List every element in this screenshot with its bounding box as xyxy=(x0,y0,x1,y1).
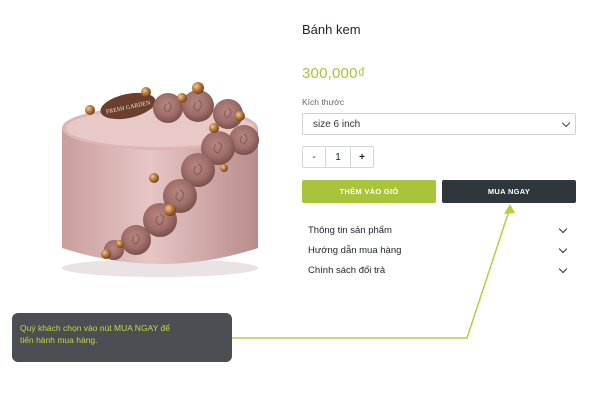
quantity-increase-button[interactable]: + xyxy=(351,147,373,167)
chevron-down-icon xyxy=(558,244,568,253)
accordion-product-info[interactable]: Thông tin sản phẩm xyxy=(308,222,570,238)
chevron-down-icon xyxy=(561,118,571,127)
product-price: 300,000₫ xyxy=(302,65,366,82)
accordion-label: Thông tin sản phẩm xyxy=(308,224,392,236)
instruction-callout: Quý khách chọn vào nút MUA NGAY để tiến … xyxy=(12,313,232,362)
arrow-head-icon xyxy=(504,204,515,214)
accordion-label: Hướng dẫn mua hàng xyxy=(308,244,402,256)
cake-illustration: FRESH GARDEN xyxy=(62,82,259,277)
add-to-cart-button[interactable]: THÊM VÀO GIỎ xyxy=(302,180,436,203)
chevron-down-icon xyxy=(558,224,568,233)
callout-line-1: Quý khách chọn vào nút MUA NGAY để xyxy=(20,323,170,333)
size-label: Kích thước xyxy=(302,97,344,107)
accordion-purchase-guide[interactable]: Hướng dẫn mua hàng xyxy=(308,242,570,258)
product-image: FRESH GARDEN xyxy=(48,68,278,280)
callout-line-2: tiến hành mua hàng. xyxy=(20,335,98,345)
quantity-stepper: - 1 + xyxy=(302,146,374,168)
size-select[interactable]: size 6 inch xyxy=(302,113,576,135)
size-select-value: size 6 inch xyxy=(313,118,361,130)
product-title: Bánh kem xyxy=(302,22,361,37)
chevron-down-icon xyxy=(558,264,568,273)
buy-now-button[interactable]: MUA NGAY xyxy=(442,180,576,203)
accordion-return-policy[interactable]: Chính sách đổi trả xyxy=(308,262,570,278)
accordion-label: Chính sách đổi trả xyxy=(308,264,386,276)
quantity-decrease-button[interactable]: - xyxy=(303,147,325,167)
quantity-input[interactable]: 1 xyxy=(325,147,351,167)
